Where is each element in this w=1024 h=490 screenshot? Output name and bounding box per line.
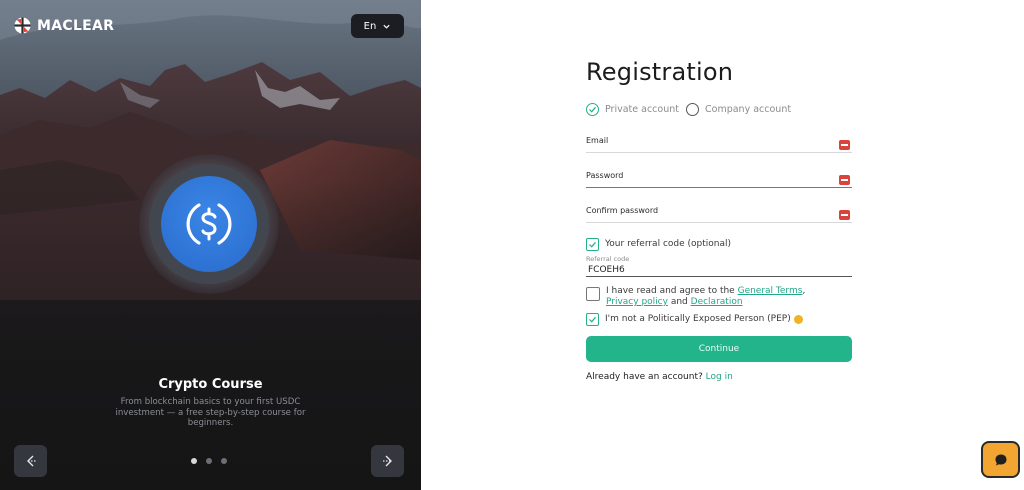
info-icon[interactable] [793, 315, 803, 324]
pep-checkbox[interactable] [586, 313, 599, 326]
referral-checkbox[interactable] [586, 238, 599, 251]
terms-text: I have read and agree to the General Ter… [606, 286, 805, 308]
password-label: Password [586, 171, 624, 180]
chat-button[interactable] [983, 443, 1018, 476]
chevron-down-icon [383, 24, 390, 29]
terms-comma: , [802, 286, 806, 296]
course-title: Crypto Course [158, 377, 263, 392]
carousel-dots [191, 458, 227, 464]
promo-panel: MACLEAR En Crypto Course From blockchain… [0, 0, 421, 490]
arrow-left-icon [26, 455, 36, 467]
company-account-label[interactable]: Company account [705, 104, 791, 115]
referral-toggle-row: Your referral code (optional) [586, 238, 731, 251]
brand-name: MACLEAR [37, 17, 115, 34]
registration-form: Registration Private account Company acc… [586, 58, 852, 382]
referral-code-input[interactable] [586, 263, 852, 277]
private-account-label[interactable]: Private account [605, 104, 679, 115]
chat-icon [995, 454, 1006, 465]
brand-logo[interactable]: MACLEAR [14, 17, 114, 34]
company-account-radio[interactable] [686, 103, 699, 116]
error-icon [839, 210, 850, 220]
carousel-dot[interactable] [221, 458, 227, 464]
usdc-coin-icon [161, 176, 257, 272]
pep-label[interactable]: I'm not a Politically Exposed Person (PE… [605, 314, 791, 325]
dollar-icon [186, 203, 232, 245]
check-icon [589, 316, 596, 323]
carousel-dot[interactable] [206, 458, 212, 464]
carousel-dot[interactable] [191, 458, 197, 464]
maclear-logo-icon [14, 17, 31, 34]
check-icon [589, 106, 596, 113]
password-field[interactable]: Password [586, 171, 852, 188]
referral-toggle-label[interactable]: Your referral code (optional) [605, 239, 731, 250]
carousel-prev-button[interactable] [14, 445, 47, 477]
terms-prefix: I have read and agree to the [606, 286, 735, 296]
error-icon [839, 175, 850, 185]
privacy-policy-link[interactable]: Privacy policy [606, 297, 668, 307]
pep-row: I'm not a Politically Exposed Person (PE… [586, 313, 803, 326]
terms-row: I have read and agree to the General Ter… [586, 286, 805, 308]
check-icon [589, 241, 596, 248]
referral-code-label: Referral code [586, 255, 630, 263]
email-label: Email [586, 136, 609, 145]
carousel-next-button[interactable] [371, 445, 404, 477]
terms-and: and [670, 297, 688, 307]
error-icon [839, 140, 850, 150]
login-link[interactable]: Log in [706, 372, 733, 382]
course-subtitle: From blockchain basics to your first USD… [115, 397, 306, 428]
terms-checkbox[interactable] [586, 287, 600, 301]
general-terms-link[interactable]: General Terms [738, 286, 803, 296]
arrow-right-icon [382, 455, 392, 467]
language-current: En [363, 20, 377, 32]
continue-button[interactable]: Continue [586, 336, 852, 362]
account-type-selector: Private account Company account [586, 103, 798, 116]
private-account-radio[interactable] [586, 103, 599, 116]
language-selector[interactable]: En [351, 14, 404, 38]
coin-badge [139, 154, 279, 294]
confirm-password-field[interactable]: Confirm password [586, 206, 852, 223]
email-field[interactable]: Email [586, 136, 852, 153]
declaration-link[interactable]: Declaration [691, 297, 743, 307]
login-prompt: Already have an account? Log in [586, 372, 733, 382]
have-account-text: Already have an account? [586, 372, 703, 382]
page-title: Registration [586, 58, 734, 86]
confirm-password-label: Confirm password [586, 206, 659, 215]
